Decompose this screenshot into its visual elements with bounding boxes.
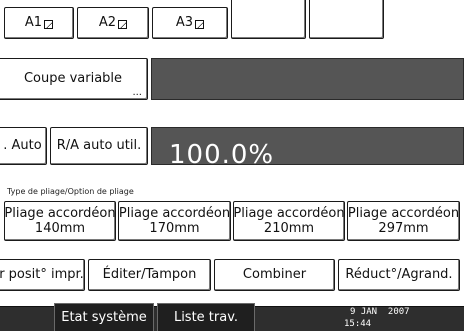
job-list-label: Liste trav. [173,310,239,325]
edit-stamp-button[interactable]: Éditer/Tampon [88,259,211,291]
variable-cut-label: Coupe variable [23,70,123,86]
fold-option-297-button[interactable]: Pliage accordéon 297mm [347,201,460,241]
paper-size-a2-label: A2 [98,14,117,30]
status-time: 15:44 [344,319,372,329]
variable-cut-button[interactable]: Coupe variable ... [0,58,148,100]
fold-option-170-button[interactable]: Pliage accordéon 170mm [118,201,231,241]
paper-orientation-icon [195,19,205,29]
reduce-enlarge-button[interactable]: Réduct°/Agrand. [338,259,460,291]
print-position-button[interactable]: r posit° impr. [0,259,85,291]
combine-button[interactable]: Combiner [214,259,335,291]
variable-cut-value-field [151,58,464,100]
paper-orientation-icon [118,19,128,29]
reduce-enlarge-label: Réduct°/Agrand. [345,266,453,282]
paper-orientation-icon [44,19,54,29]
more-options-icon: ... [132,87,142,98]
copier-screen: A1 A2 A3 Coupe variable ... . Auto R/A a… [0,0,464,331]
paper-size-a3-label: A3 [175,14,194,30]
edit-stamp-label: Éditer/Tampon [102,266,197,282]
auto-reduce-button[interactable]: . Auto [0,127,47,165]
job-list-tab[interactable]: Liste trav. [157,303,255,331]
fold-option-size: 297mm [378,221,429,236]
ratio-value: 100.0% [169,140,275,170]
fold-option-size: 170mm [149,221,200,236]
fold-option-size: 210mm [263,221,315,236]
system-status-tab[interactable]: Etat système [54,303,154,331]
paper-size-a2-button[interactable]: A2 [77,7,149,39]
status-date: 9 JAN 2007 [350,307,410,317]
cut-off-button-left[interactable] [231,0,306,39]
paper-size-a1-label: A1 [24,14,43,30]
auto-reduce-enlarge-label: R/A auto util. [56,137,142,153]
fold-option-140-button[interactable]: Pliage accordéon 140mm [4,201,116,241]
fold-option-label: Pliage accordéon [347,206,460,221]
auto-reduce-enlarge-button[interactable]: R/A auto util. [50,127,148,165]
fold-option-size: 140mm [34,221,86,236]
paper-size-a3-button[interactable]: A3 [152,7,228,39]
cut-off-button-right[interactable] [309,0,384,39]
auto-reduce-label: . Auto [3,137,42,153]
fold-option-label: Pliage accordéon [118,206,231,221]
paper-size-a1-button[interactable]: A1 [4,7,74,39]
fold-option-label: Pliage accordéon [233,206,345,221]
fold-option-label: Pliage accordéon [4,206,116,221]
system-status-label: Etat système [61,310,147,325]
print-position-label: r posit° impr. [0,266,84,282]
fold-type-caption: Type de pliage/Option de pliage [7,187,134,196]
combine-label: Combiner [242,266,307,282]
fold-option-210-button[interactable]: Pliage accordéon 210mm [233,201,345,241]
